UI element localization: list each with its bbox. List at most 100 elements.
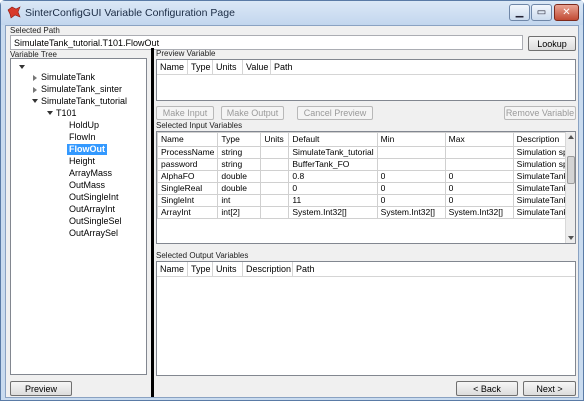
preview-col-value[interactable]: Value xyxy=(243,60,271,75)
input-col-units[interactable]: Units xyxy=(260,132,290,147)
input-cell-default[interactable]: 11 xyxy=(288,194,378,207)
input-cell-units[interactable] xyxy=(260,182,290,195)
input-cell-type[interactable]: int xyxy=(217,194,262,207)
preview-variable-grid[interactable]: Name Type Units Value Path xyxy=(156,59,576,101)
input-cell-type[interactable]: int[2] xyxy=(217,206,262,219)
input-cell-min[interactable] xyxy=(376,146,446,159)
expand-root-icon[interactable] xyxy=(19,65,25,69)
input-col-type[interactable]: Type xyxy=(217,132,262,147)
tree-node-simulatetank-sinter[interactable]: SimulateTank_sinter xyxy=(41,84,122,95)
input-cell-description[interactable]: SimulateTank xyxy=(512,194,572,207)
close-button[interactable]: ✕ xyxy=(554,4,579,21)
table-row[interactable]: SingleReal double 0 0 0 SimulateTank xyxy=(157,182,572,195)
input-cell-description[interactable]: SimulateTank xyxy=(512,170,572,183)
output-col-units[interactable]: Units xyxy=(213,262,243,277)
input-cell-max[interactable]: 0 xyxy=(444,194,514,207)
input-cell-units[interactable] xyxy=(260,206,290,219)
input-cell-max[interactable]: System.Int32[] xyxy=(444,206,514,219)
input-cell-name[interactable]: ArrayInt xyxy=(157,206,219,219)
scroll-up-icon[interactable] xyxy=(568,135,574,139)
make-output-button[interactable]: Make Output xyxy=(221,106,284,120)
input-cell-min[interactable]: 0 xyxy=(376,194,446,207)
title-bar[interactable]: SinterConfigGUI Variable Configuration P… xyxy=(1,1,583,25)
input-cell-type[interactable]: double xyxy=(217,170,262,183)
cancel-preview-button[interactable]: Cancel Preview xyxy=(297,106,373,120)
selected-path-input[interactable]: SimulateTank_tutorial.T101.FlowOut xyxy=(10,35,523,50)
scroll-thumb[interactable] xyxy=(567,156,575,184)
input-col-name[interactable]: Name xyxy=(157,132,219,147)
input-cell-name[interactable]: SingleReal xyxy=(157,182,219,195)
input-col-min[interactable]: Min xyxy=(376,132,446,147)
output-col-path[interactable]: Path xyxy=(293,262,575,277)
input-cell-default[interactable]: SimulateTank_tutorial xyxy=(288,146,378,159)
input-cell-max[interactable]: 0 xyxy=(444,170,514,183)
table-row[interactable]: password string BufferTank_FO Simulation… xyxy=(157,158,572,171)
variable-tree[interactable]: SimulateTank SimulateTank_sinter Simulat… xyxy=(10,58,147,375)
input-cell-name[interactable]: password xyxy=(157,158,219,171)
tree-node-outarraysel[interactable]: OutArraySel xyxy=(69,228,118,239)
preview-col-path[interactable]: Path xyxy=(271,60,575,75)
input-cell-name[interactable]: AlphaFO xyxy=(157,170,219,183)
input-cell-name[interactable]: SingleInt xyxy=(157,194,219,207)
output-variables-grid[interactable]: Name Type Units Description Path xyxy=(156,261,576,376)
tree-node-holdup[interactable]: HoldUp xyxy=(69,120,99,131)
input-variables-grid[interactable]: Name Type Units Default Min Max Descript… xyxy=(156,131,576,244)
input-cell-min[interactable]: System.Int32[] xyxy=(376,206,446,219)
input-cell-units[interactable] xyxy=(260,194,290,207)
preview-col-type[interactable]: Type xyxy=(188,60,213,75)
input-cell-units[interactable] xyxy=(260,170,290,183)
input-cell-description[interactable]: SimulateTank xyxy=(512,182,572,195)
tree-node-outmass[interactable]: OutMass xyxy=(69,180,105,191)
collapse-simulatetank-tutorial-icon[interactable] xyxy=(32,99,38,103)
back-button[interactable]: < Back xyxy=(456,381,518,396)
input-cell-type[interactable]: double xyxy=(217,182,262,195)
input-cell-min[interactable]: 0 xyxy=(376,182,446,195)
input-col-default[interactable]: Default xyxy=(288,132,378,147)
input-cell-default[interactable]: 0 xyxy=(288,182,378,195)
input-cell-name[interactable]: ProcessName xyxy=(157,146,219,159)
input-cell-max[interactable] xyxy=(444,146,514,159)
tree-node-height[interactable]: Height xyxy=(69,156,95,167)
table-row[interactable]: SingleInt int 11 0 0 SimulateTank xyxy=(157,194,572,207)
tree-node-t101[interactable]: T101 xyxy=(56,108,77,119)
panel-splitter[interactable] xyxy=(151,48,154,397)
input-cell-max[interactable] xyxy=(444,158,514,171)
table-row[interactable]: AlphaFO double 0.8 0 0 SimulateTank xyxy=(157,170,572,183)
lookup-button[interactable]: Lookup xyxy=(528,36,576,51)
preview-col-name[interactable]: Name xyxy=(157,60,188,75)
tree-node-flowin[interactable]: FlowIn xyxy=(69,132,96,143)
input-grid-vertical-scrollbar[interactable] xyxy=(565,132,575,243)
expand-simulatetank-sinter-icon[interactable] xyxy=(33,87,37,93)
tree-node-outsingleint[interactable]: OutSingleInt xyxy=(69,192,119,203)
input-cell-description[interactable]: Simulation sp xyxy=(512,146,572,159)
preview-button[interactable]: Preview xyxy=(10,381,72,396)
tree-node-outsinglesel[interactable]: OutSingleSel xyxy=(69,216,122,227)
input-cell-default[interactable]: System.Int32[] xyxy=(288,206,378,219)
output-col-description[interactable]: Description xyxy=(243,262,293,277)
input-cell-max[interactable]: 0 xyxy=(444,182,514,195)
input-cell-description[interactable]: Simulation sp xyxy=(512,158,572,171)
output-col-type[interactable]: Type xyxy=(188,262,213,277)
expand-simulatetank-icon[interactable] xyxy=(33,75,37,81)
tree-node-outarrayint[interactable]: OutArrayInt xyxy=(69,204,115,215)
input-cell-min[interactable] xyxy=(376,158,446,171)
maximize-button[interactable]: ▭ xyxy=(531,4,552,21)
scroll-down-icon[interactable] xyxy=(568,236,574,240)
output-col-name[interactable]: Name xyxy=(157,262,188,277)
input-col-description[interactable]: Description xyxy=(512,132,572,147)
input-col-max[interactable]: Max xyxy=(444,132,514,147)
make-input-button[interactable]: Make Input xyxy=(156,106,214,120)
input-cell-min[interactable]: 0 xyxy=(376,170,446,183)
input-cell-default[interactable]: 0.8 xyxy=(288,170,378,183)
tree-node-simulatetank-tutorial[interactable]: SimulateTank_tutorial xyxy=(41,96,127,107)
input-cell-description[interactable]: SimulateTank xyxy=(512,206,572,219)
input-cell-type[interactable]: string xyxy=(217,146,262,159)
preview-col-units[interactable]: Units xyxy=(213,60,243,75)
table-row[interactable]: ArrayInt int[2] System.Int32[] System.In… xyxy=(157,206,572,219)
table-row[interactable]: ProcessName string SimulateTank_tutorial… xyxy=(157,146,572,159)
input-cell-units[interactable] xyxy=(260,146,290,159)
input-cell-units[interactable] xyxy=(260,158,290,171)
next-button[interactable]: Next > xyxy=(523,381,576,396)
tree-node-simulatetank[interactable]: SimulateTank xyxy=(41,72,95,83)
tree-node-arraymass[interactable]: ArrayMass xyxy=(69,168,112,179)
